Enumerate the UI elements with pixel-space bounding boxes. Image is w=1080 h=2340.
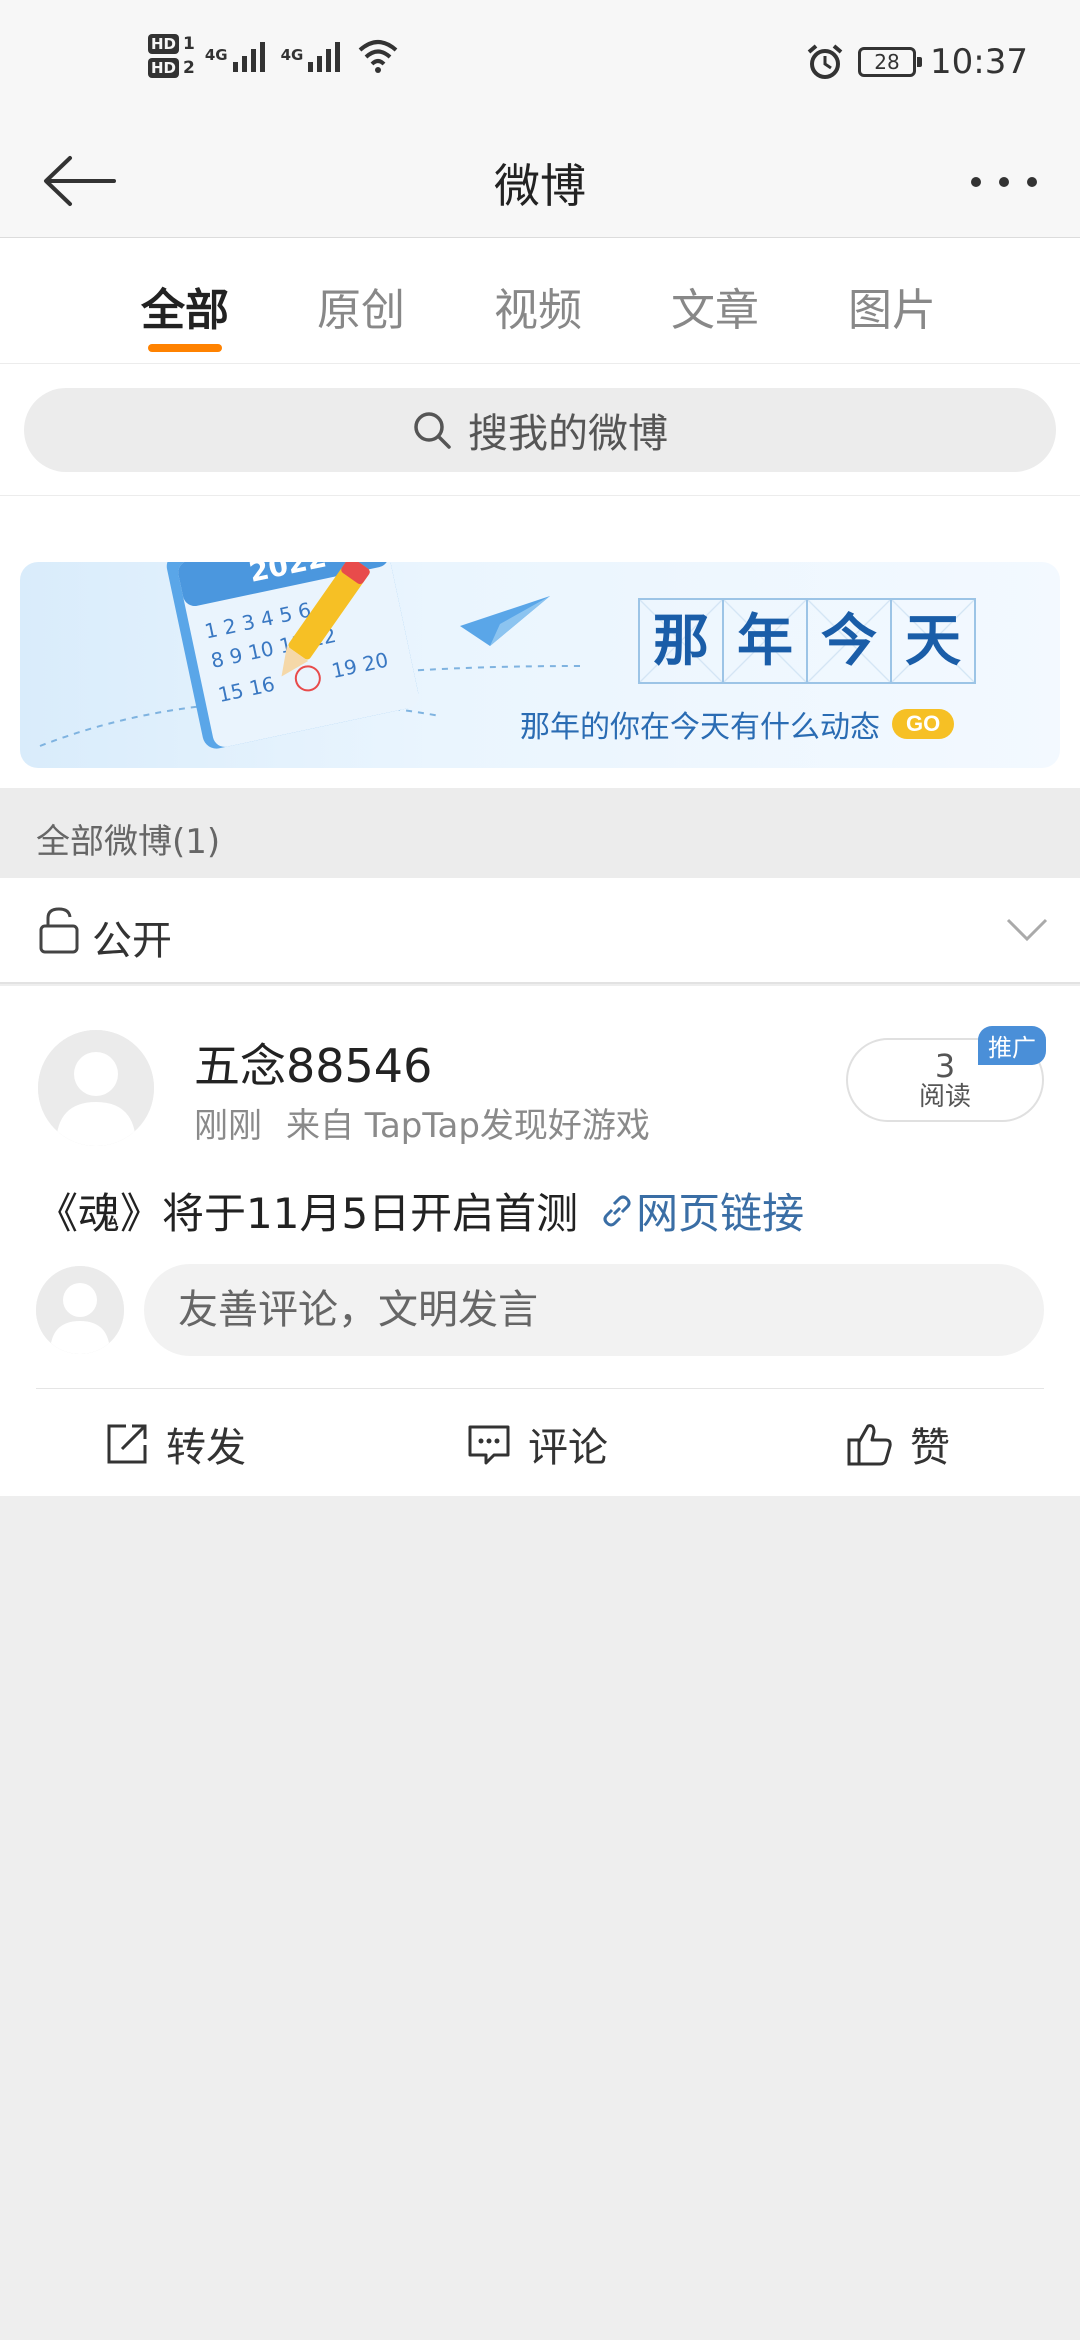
post-text: 《魂》将于11月5日开启首测 网页链接 bbox=[36, 1180, 804, 1241]
post-card: 五念88546 刚刚 来自 TapTap发现好游戏 3 阅读 推广 《魂》将于11… bbox=[0, 986, 1080, 1496]
comment-icon bbox=[468, 1425, 510, 1465]
tab-original[interactable]: 原创 bbox=[301, 274, 421, 338]
unlock-icon bbox=[39, 907, 79, 954]
sim1-indicator: HD 1 bbox=[148, 34, 195, 54]
network-indicators: HD 1 HD 2 4G 4G bbox=[148, 34, 400, 78]
visibility-filter[interactable]: 公开 bbox=[0, 878, 1080, 984]
banner-area: 2022 1 2 3 4 5 6 8 9 10 11 12 15 16 19 2… bbox=[0, 496, 1080, 788]
tab-image[interactable]: 图片 bbox=[832, 274, 952, 338]
default-avatar-icon bbox=[36, 1266, 124, 1354]
more-dots-icon bbox=[971, 177, 1037, 187]
clock: 10:37 bbox=[930, 42, 1028, 82]
sim2-indicator: HD 2 bbox=[148, 58, 195, 78]
tab-all[interactable]: 全部 bbox=[125, 274, 245, 338]
status-bar: HD 1 HD 2 4G 4G 28 10:37 bbox=[0, 0, 1080, 132]
repost-icon bbox=[107, 1424, 147, 1464]
web-link[interactable]: 网页链接 bbox=[598, 1180, 804, 1241]
banner-subtitle: 那年的你在今天有什么动态 GO bbox=[520, 702, 955, 746]
search-icon bbox=[414, 412, 451, 449]
chevron-down-icon bbox=[1006, 918, 1048, 942]
promote-tag[interactable]: 推广 bbox=[978, 1026, 1046, 1065]
thumbs-up-icon bbox=[847, 1424, 892, 1466]
tab-article[interactable]: 文章 bbox=[655, 274, 775, 338]
avatar[interactable] bbox=[38, 1030, 154, 1146]
visibility-label: 公开 bbox=[92, 918, 172, 964]
app-header: 微博 bbox=[0, 132, 1080, 238]
default-avatar-icon bbox=[38, 1030, 154, 1146]
wifi-icon bbox=[359, 40, 398, 73]
like-button[interactable]: 赞 bbox=[846, 1415, 950, 1473]
search-input[interactable]: 搜我的微博 bbox=[24, 388, 1056, 472]
comment-input[interactable]: 友善评论，文明发言 bbox=[144, 1264, 1044, 1356]
search-area: 搜我的微博 bbox=[0, 364, 1080, 496]
signal-1-icon: 4G bbox=[205, 38, 271, 74]
repost-button[interactable]: 转发 bbox=[104, 1415, 246, 1473]
comment-button[interactable]: 评论 bbox=[466, 1415, 608, 1473]
post-time: 刚刚 bbox=[194, 1106, 262, 1146]
tab-video[interactable]: 视频 bbox=[478, 274, 598, 338]
filter-tabs: 全部 原创 视频 文章 图片 bbox=[0, 238, 1080, 364]
post-source: 来自 TapTap发现好游戏 bbox=[286, 1106, 650, 1146]
section-header: 全部微博(1) bbox=[0, 788, 1080, 878]
active-tab-indicator bbox=[148, 344, 222, 352]
section-title: 全部微博(1) bbox=[36, 822, 221, 862]
banner-title: 那 年 今 天 bbox=[638, 598, 976, 684]
post-meta: 刚刚 来自 TapTap发现好游戏 bbox=[194, 1098, 650, 1147]
battery-icon: 28 bbox=[858, 47, 923, 77]
page-title: 微博 bbox=[494, 159, 586, 213]
my-avatar bbox=[36, 1266, 124, 1354]
alarm-icon bbox=[807, 44, 843, 79]
username[interactable]: 五念88546 bbox=[194, 1030, 432, 1096]
comment-row: 友善评论，文明发言 bbox=[36, 1264, 1044, 1356]
signal-2-icon: 4G bbox=[281, 38, 347, 74]
search-placeholder: 搜我的微博 bbox=[468, 411, 668, 457]
link-icon bbox=[603, 1195, 631, 1226]
go-badge[interactable]: GO bbox=[892, 709, 955, 739]
on-this-day-banner[interactable]: 2022 1 2 3 4 5 6 8 9 10 11 12 15 16 19 2… bbox=[20, 562, 1060, 768]
post-actions: 转发 评论 赞 bbox=[0, 1389, 1080, 1496]
more-button[interactable] bbox=[968, 162, 1040, 202]
